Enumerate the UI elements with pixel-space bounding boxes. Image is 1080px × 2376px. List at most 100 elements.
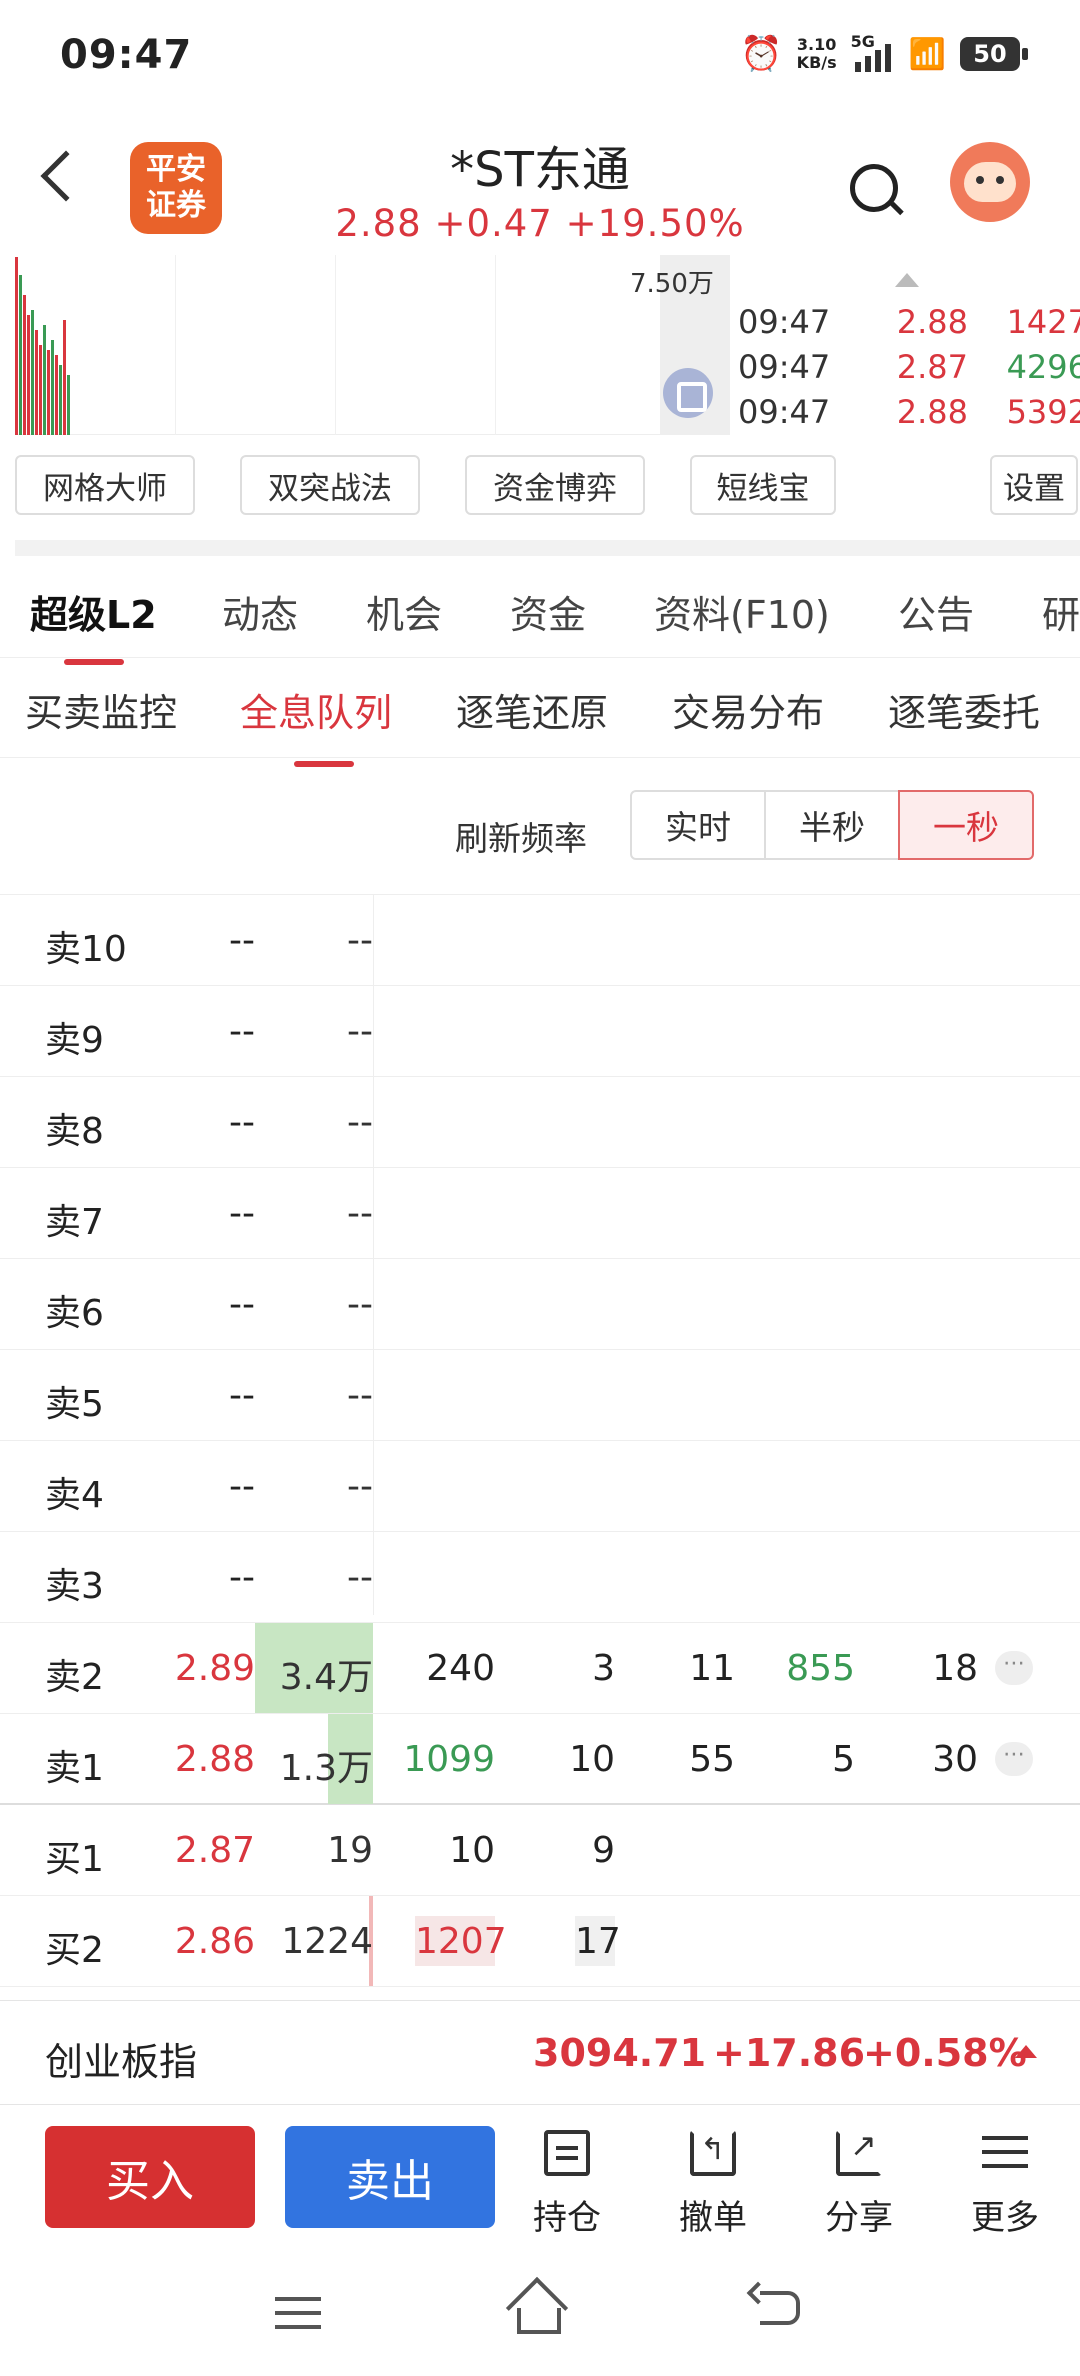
ask-row[interactable]: 卖6 -- --: [0, 1259, 1080, 1350]
queue-order: 855: [786, 1648, 855, 1689]
level-label: 卖4: [45, 1475, 104, 1516]
refresh-label: 刷新频率: [455, 819, 587, 858]
level-price: 2.88: [174, 1739, 255, 1780]
main-tabs: 超级L2 动态 机会 资金 资料(F10) 公告 研: [0, 572, 1080, 665]
tab-super-l2[interactable]: 超级L2: [30, 584, 157, 665]
back-nav-icon[interactable]: [760, 2291, 800, 2325]
settings-button[interactable]: 设置: [990, 455, 1078, 515]
share-button[interactable]: 分享: [804, 2126, 914, 2239]
net-speed-unit: KB/s: [796, 53, 837, 72]
level-price: --: [229, 1193, 255, 1234]
level-price: 2.87: [174, 1830, 255, 1871]
ask-row[interactable]: 卖7 -- --: [0, 1168, 1080, 1259]
stock-name[interactable]: *ST东通: [0, 130, 1080, 200]
ask-row[interactable]: 卖1 2.88 1.3万 1099 10 55 5 30 ⋯: [0, 1714, 1080, 1805]
order-book: 卖10 -- -- 卖9 -- -- 卖8 -- -- 卖7 -- -- 卖6 …: [0, 895, 1080, 1987]
grid-master-button[interactable]: 网格大师: [15, 455, 195, 515]
ask-row[interactable]: 卖2 2.89 3.4万 240 3 11 855 18 ⋯: [0, 1623, 1080, 1714]
alarm-icon: ⏰: [740, 34, 783, 74]
level-volume: --: [347, 1193, 373, 1234]
recent-apps-icon[interactable]: [275, 2291, 325, 2335]
search-icon[interactable]: [850, 164, 898, 212]
net-speed-value: 3.10: [796, 35, 837, 54]
tick-list: 09:47 2.88 1427 09:47 2.87 4296 09:47 2.…: [738, 300, 1080, 435]
queue-order: 30: [932, 1739, 978, 1780]
level-price: --: [229, 1011, 255, 1052]
level-volume: --: [347, 920, 373, 961]
tick-price: 2.87: [896, 348, 968, 386]
queue-order: 9: [592, 1830, 615, 1871]
tab-research[interactable]: 研: [1042, 584, 1080, 639]
tab-tick-orders[interactable]: 逐笔委托: [888, 682, 1040, 737]
refresh-realtime-option[interactable]: 实时: [630, 790, 766, 860]
level-volume: --: [347, 1375, 373, 1416]
tick-time: 09:47: [738, 393, 831, 431]
mini-chart[interactable]: 7.50万 09:47 2.88 1427 09:47 2.87 4296 09…: [0, 255, 1080, 440]
capital-game-button[interactable]: 资金博弈: [465, 455, 645, 515]
queue-order: 10: [569, 1739, 615, 1780]
tab-dynamics[interactable]: 动态: [222, 584, 298, 639]
battery-level: 50: [973, 40, 1007, 68]
index-value: 3094.71: [533, 2031, 707, 2075]
fullscreen-icon[interactable]: [663, 368, 713, 418]
ask-row[interactable]: 卖9 -- --: [0, 986, 1080, 1077]
ask-row[interactable]: 卖8 -- --: [0, 1077, 1080, 1168]
queue-order: 1099: [403, 1739, 495, 1780]
holdings-label: 持仓: [533, 2198, 601, 2238]
tab-trade-monitor[interactable]: 买卖监控: [25, 682, 177, 737]
cancel-order-button[interactable]: 撤单: [658, 2130, 768, 2239]
more-icon[interactable]: ⋯: [995, 1742, 1033, 1776]
level-label: 卖9: [45, 1020, 104, 1061]
tab-trade-distribution[interactable]: 交易分布: [672, 682, 824, 737]
tick-row: 09:47 2.88 1427: [738, 300, 1080, 345]
level-volume: 19: [327, 1830, 373, 1871]
tick-qty: 5392: [1006, 393, 1080, 431]
home-icon[interactable]: [517, 2308, 561, 2334]
index-ticker[interactable]: 创业板指 3094.71 +17.86 +0.58%: [0, 2000, 1080, 2105]
status-time: 09:47: [60, 32, 193, 78]
level-label: 买2: [45, 1930, 104, 1971]
section-divider: [15, 540, 1080, 556]
level-price: --: [229, 1102, 255, 1143]
level-label: 卖8: [45, 1111, 104, 1152]
level-volume: 1.3万: [279, 1748, 373, 1789]
tab-tick-restore[interactable]: 逐笔还原: [456, 682, 608, 737]
more-button[interactable]: 更多: [950, 2130, 1060, 2239]
bid-row[interactable]: 买1 2.87 19 10 9: [0, 1805, 1080, 1896]
tick-row: 09:47 2.88 5392: [738, 390, 1080, 435]
level-volume: --: [347, 1557, 373, 1598]
bid-row[interactable]: 买2 2.86 1224 1207 17: [0, 1896, 1080, 1987]
sell-button[interactable]: 卖出: [285, 2126, 495, 2228]
ask-row[interactable]: 卖3 -- --: [0, 1532, 1080, 1623]
level-volume: --: [347, 1284, 373, 1325]
expand-up-icon[interactable]: [895, 273, 919, 287]
index-name: 创业板指: [45, 2040, 198, 2084]
ask-row[interactable]: 卖4 -- --: [0, 1441, 1080, 1532]
buy-button[interactable]: 买入: [45, 2126, 255, 2228]
volume-max-label: 7.50万: [630, 269, 714, 299]
double-breakout-button[interactable]: 双突战法: [240, 455, 420, 515]
level-price: --: [229, 1284, 255, 1325]
holdings-button[interactable]: 持仓: [512, 2130, 622, 2239]
tab-f10[interactable]: 资料(F10): [654, 584, 830, 639]
level-price: --: [229, 1466, 255, 1507]
short-term-button[interactable]: 短线宝: [690, 455, 836, 515]
ask-row[interactable]: 卖10 -- --: [0, 895, 1080, 986]
level-label: 卖10: [45, 929, 127, 970]
system-nav-bar: [0, 2256, 1080, 2376]
queue-order: 1207: [415, 1916, 507, 1966]
refresh-half-second-option[interactable]: 半秒: [764, 790, 900, 860]
refresh-one-second-option[interactable]: 一秒: [898, 790, 1034, 860]
more-icon[interactable]: ⋯: [995, 1651, 1033, 1685]
tick-row: 09:47 2.87 4296: [738, 345, 1080, 390]
tab-full-queue[interactable]: 全息队列: [240, 682, 392, 767]
tab-announcement[interactable]: 公告: [898, 584, 974, 639]
tab-opportunity[interactable]: 机会: [366, 584, 442, 639]
tick-time: 09:47: [738, 303, 831, 341]
level-volume: --: [347, 1466, 373, 1507]
tab-capital[interactable]: 资金: [510, 584, 586, 639]
index-change-pct: +0.58%: [863, 2031, 1027, 2075]
level-price: --: [229, 920, 255, 961]
avatar-icon[interactable]: [950, 142, 1030, 222]
ask-row[interactable]: 卖5 -- --: [0, 1350, 1080, 1441]
